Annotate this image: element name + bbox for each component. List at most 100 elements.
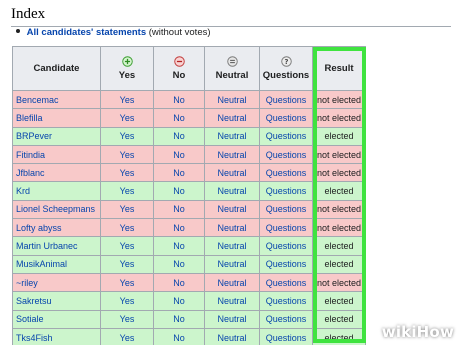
- neutral-cell: Neutral: [204, 144, 260, 165]
- candidate-link[interactable]: Martin Urbanec: [16, 241, 78, 251]
- yes-link[interactable]: Yes: [120, 259, 135, 269]
- yes-link[interactable]: Yes: [120, 113, 135, 123]
- questions-link[interactable]: Questions: [266, 296, 307, 306]
- questions-cell: Questions: [259, 218, 313, 238]
- neutral-link[interactable]: Neutral: [217, 95, 246, 105]
- yes-link[interactable]: Yes: [120, 95, 135, 105]
- questions-link[interactable]: Questions: [266, 131, 307, 141]
- no-link[interactable]: No: [173, 95, 185, 105]
- yes-link[interactable]: Yes: [120, 223, 135, 233]
- questions-link[interactable]: Questions: [266, 204, 307, 214]
- no-cell: No: [153, 108, 205, 128]
- no-link[interactable]: No: [173, 333, 185, 343]
- yes-link[interactable]: Yes: [120, 131, 135, 141]
- neutral-link[interactable]: Neutral: [217, 223, 246, 233]
- neutral-link[interactable]: Neutral: [217, 131, 246, 141]
- neutral-link[interactable]: Neutral: [217, 296, 246, 306]
- table-row: Sotiale Yes No Neutral Questions elected: [12, 309, 366, 329]
- yes-cell: Yes: [100, 218, 154, 238]
- yes-link[interactable]: Yes: [120, 204, 135, 214]
- questions-link[interactable]: Questions: [266, 168, 307, 178]
- neutral-cell: Neutral: [204, 218, 260, 238]
- header-yes-label: Yes: [118, 70, 136, 81]
- no-link[interactable]: No: [173, 186, 185, 196]
- result-cell: not elected: [312, 89, 366, 110]
- neutral-link[interactable]: Neutral: [217, 168, 246, 178]
- yes-link[interactable]: Yes: [120, 186, 135, 196]
- yes-link[interactable]: Yes: [120, 241, 135, 251]
- questions-link[interactable]: Questions: [266, 95, 307, 105]
- yes-cell: Yes: [100, 89, 154, 110]
- candidate-cell: BRPever: [12, 126, 101, 146]
- candidate-link[interactable]: Lionel Scheepmans: [16, 204, 95, 214]
- yes-link[interactable]: Yes: [120, 278, 135, 288]
- candidate-link[interactable]: Blefilla: [16, 113, 43, 123]
- candidate-link[interactable]: Tks4Fish: [16, 333, 53, 343]
- candidate-link[interactable]: Jfblanc: [16, 168, 45, 178]
- yes-cell: Yes: [100, 199, 154, 220]
- candidate-link[interactable]: Bencemac: [16, 95, 59, 105]
- result-cell: elected: [312, 291, 366, 311]
- no-link[interactable]: No: [173, 150, 185, 160]
- neutral-link[interactable]: Neutral: [217, 333, 246, 343]
- candidate-cell: Fitindia: [12, 144, 101, 165]
- neutral-link[interactable]: Neutral: [217, 278, 246, 288]
- yes-link[interactable]: Yes: [120, 168, 135, 178]
- neutral-link[interactable]: Neutral: [217, 314, 246, 324]
- questions-link[interactable]: Questions: [266, 278, 307, 288]
- neutral-link[interactable]: Neutral: [217, 204, 246, 214]
- neutral-link[interactable]: Neutral: [217, 241, 246, 251]
- result-cell: elected: [312, 254, 366, 274]
- candidate-link[interactable]: Krd: [16, 186, 30, 196]
- neutral-link[interactable]: Neutral: [217, 150, 246, 160]
- questions-link[interactable]: Questions: [266, 186, 307, 196]
- no-link[interactable]: No: [173, 314, 185, 324]
- questions-link[interactable]: Questions: [266, 241, 307, 251]
- yes-link[interactable]: Yes: [120, 333, 135, 343]
- candidate-cell: Tks4Fish: [12, 327, 101, 345]
- no-link[interactable]: No: [173, 278, 185, 288]
- neutral-link[interactable]: Neutral: [217, 113, 246, 123]
- candidate-link[interactable]: Sotiale: [16, 314, 44, 324]
- bullet-icon: [16, 29, 20, 34]
- result-cell: not elected: [312, 272, 366, 293]
- no-cell: No: [153, 272, 205, 293]
- candidate-link[interactable]: Fitindia: [16, 150, 45, 160]
- neutral-link[interactable]: Neutral: [217, 186, 246, 196]
- questions-link[interactable]: Questions: [266, 223, 307, 233]
- no-cell: No: [153, 89, 205, 110]
- no-link[interactable]: No: [173, 296, 185, 306]
- candidate-link[interactable]: Lofty abyss: [16, 223, 62, 233]
- no-cell: No: [153, 126, 205, 146]
- no-link[interactable]: No: [173, 241, 185, 251]
- no-link[interactable]: No: [173, 131, 185, 141]
- questions-link[interactable]: Questions: [266, 314, 307, 324]
- neutral-link[interactable]: Neutral: [217, 259, 246, 269]
- candidate-link[interactable]: Sakretsu: [16, 296, 52, 306]
- yes-link[interactable]: Yes: [120, 314, 135, 324]
- all-statements-link[interactable]: All candidates' statements: [27, 27, 146, 38]
- questions-link[interactable]: Questions: [266, 150, 307, 160]
- table-row: Lionel Scheepmans Yes No Neutral Questions no…: [12, 199, 366, 220]
- no-link[interactable]: No: [173, 223, 185, 233]
- yes-cell: Yes: [100, 309, 154, 329]
- yes-link[interactable]: Yes: [120, 150, 135, 160]
- yes-link[interactable]: Yes: [120, 296, 135, 306]
- result-cell: not elected: [312, 108, 366, 128]
- questions-link[interactable]: Questions: [266, 113, 307, 123]
- yes-cell: Yes: [100, 254, 154, 274]
- candidate-link[interactable]: MusikAnimal: [16, 259, 67, 269]
- questions-link[interactable]: Questions: [266, 259, 307, 269]
- plus-circle-icon: [121, 56, 133, 67]
- table-row: ~riley Yes No Neutral Questions not elected: [12, 272, 366, 293]
- header-candidate-label: Candidate: [33, 63, 80, 74]
- no-link[interactable]: No: [173, 259, 185, 269]
- no-link[interactable]: No: [173, 168, 185, 178]
- no-link[interactable]: No: [173, 204, 185, 214]
- candidate-link[interactable]: ~riley: [16, 278, 38, 288]
- header-no-label: No: [172, 70, 186, 81]
- questions-link[interactable]: Questions: [266, 333, 307, 343]
- candidate-link[interactable]: BRPever: [16, 131, 52, 141]
- yes-cell: Yes: [100, 144, 154, 165]
- no-link[interactable]: No: [173, 113, 185, 123]
